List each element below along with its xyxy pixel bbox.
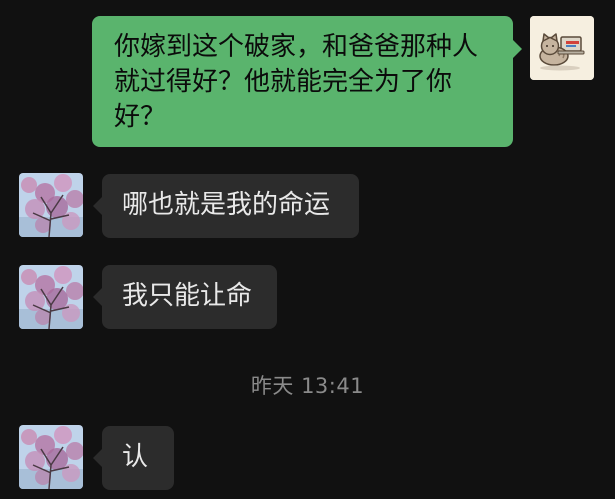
bubble-tail	[93, 288, 102, 306]
message-bubble-incoming[interactable]: 认	[93, 426, 174, 490]
message-bubble-outgoing[interactable]: 你嫁到这个破家，和爸爸那种人就过得好？他就能完全为了你好？	[92, 16, 522, 147]
bubble-tail	[93, 449, 102, 467]
message-text: 哪也就是我的命运	[122, 190, 331, 220]
message-bubble-incoming[interactable]: 哪也就是我的命运	[93, 174, 359, 238]
message-bubble-incoming[interactable]: 我只能让命	[93, 265, 277, 329]
message-text: 认	[122, 442, 149, 472]
cat-laptop-avatar-icon	[530, 16, 594, 80]
my-avatar[interactable]	[530, 16, 594, 80]
bubble-tail	[513, 40, 522, 58]
message-timestamp: 昨天 13:41	[250, 374, 365, 398]
message-text: 你嫁到这个破家，和爸爸那种人就过得好？他就能完全为了你好？	[114, 32, 479, 132]
blossom-tree-avatar-icon	[19, 173, 83, 237]
blossom-tree-avatar-icon	[19, 425, 83, 489]
bubble-tail	[93, 197, 102, 215]
message-text: 我只能让命	[122, 281, 253, 311]
contact-avatar[interactable]	[19, 425, 83, 489]
contact-avatar[interactable]	[19, 173, 83, 237]
blossom-tree-avatar-icon	[19, 265, 83, 329]
contact-avatar[interactable]	[19, 265, 83, 329]
